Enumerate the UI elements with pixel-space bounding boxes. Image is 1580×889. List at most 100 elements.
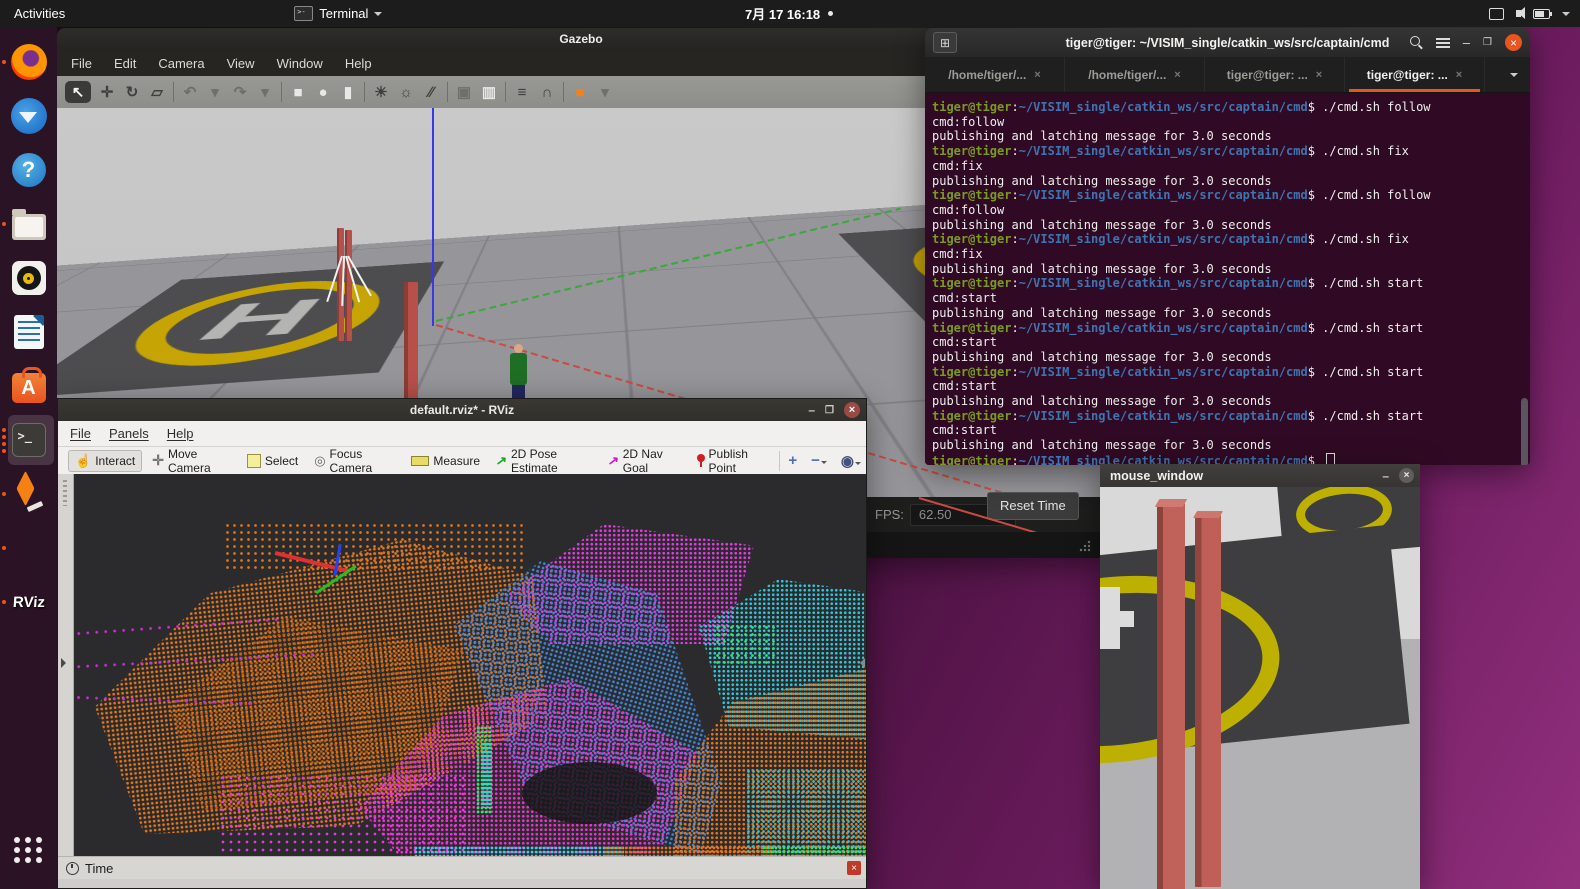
mouse-window-titlebar[interactable]: mouse_window – ×: [1100, 464, 1420, 487]
new-tab-button[interactable]: ⊞: [933, 32, 957, 53]
displays-panel-splitter[interactable]: [58, 474, 74, 856]
reset-time-button[interactable]: Reset Time: [987, 492, 1079, 520]
tool-measure[interactable]: Measure: [405, 452, 486, 470]
rviz-titlebar[interactable]: default.rviz* - RViz – ❐ ×: [58, 399, 866, 421]
undo-arrow-icon[interactable]: ▾: [206, 81, 224, 103]
close-button[interactable]: ×: [1399, 468, 1414, 483]
snap-tool-icon[interactable]: ∩: [538, 81, 556, 103]
resize-grip[interactable]: [1079, 540, 1091, 552]
tab-list-dropdown[interactable]: [1510, 73, 1518, 81]
search-icon[interactable]: [1410, 36, 1423, 49]
undo-button-icon[interactable]: ↶: [181, 81, 199, 103]
dock-item-rviz[interactable]: RViz: [0, 575, 57, 629]
tool-2d-nav-goal[interactable]: ↗2D Nav Goal: [602, 445, 686, 477]
rotate-tool-icon[interactable]: ↻: [123, 81, 141, 103]
terminal-titlebar[interactable]: ⊞ tiger@tiger: ~/VISIM_single/catkin_ws/…: [925, 28, 1530, 57]
cylinder-tool-icon[interactable]: ▮: [339, 81, 357, 103]
gazebo-menu-view[interactable]: View: [227, 56, 255, 71]
expand-panel-arrow[interactable]: [61, 658, 71, 668]
box-tool-icon[interactable]: ■: [289, 81, 307, 103]
point-light-tool-icon[interactable]: ☀: [372, 81, 390, 103]
minimize-button[interactable]: –: [1463, 35, 1470, 50]
help-icon: ?: [12, 153, 46, 187]
dock-item-rhythmbox[interactable]: [0, 251, 57, 305]
gazebo-menu-camera[interactable]: Camera: [158, 56, 204, 71]
toolbar-separator: [364, 82, 365, 102]
rviz-menu-panels[interactable]: Panels: [109, 426, 149, 441]
volume-icon: [1516, 10, 1521, 17]
translate-tool-icon[interactable]: ✛: [98, 81, 116, 103]
splitter-handle[interactable]: [63, 480, 67, 506]
terminal-tab[interactable]: tiger@tiger: ...×: [1345, 57, 1485, 92]
scale-tool-icon[interactable]: ▱: [148, 81, 166, 103]
clock-icon: [66, 862, 79, 875]
tool-2d-pose-estimate[interactable]: ↗2D Pose Estimate: [490, 445, 598, 477]
maximize-button[interactable]: ❐: [1483, 37, 1492, 48]
rviz-menu-help[interactable]: Help: [167, 426, 194, 441]
hidden-app-icon: [10, 529, 48, 567]
time-panel-close-button[interactable]: ×: [847, 861, 861, 875]
tab-close-icon[interactable]: ×: [1174, 69, 1180, 81]
add-tool-button[interactable]: +: [783, 452, 802, 469]
activities-button[interactable]: Activities: [0, 0, 79, 27]
tool-properties-button[interactable]: ◉: [836, 452, 866, 470]
tool-label: Focus Camera: [330, 447, 396, 475]
maximize-button[interactable]: ❐: [825, 405, 834, 416]
app-menu[interactable]: >- Terminal: [294, 6, 382, 21]
dock-item-help[interactable]: ?: [0, 143, 57, 197]
select-tool-icon[interactable]: ↖: [65, 81, 91, 103]
tool-focus-camera[interactable]: ◎Focus Camera: [308, 445, 401, 477]
hamburger-menu-icon[interactable]: [1436, 38, 1450, 48]
tab-close-icon[interactable]: ×: [1316, 69, 1322, 81]
sphere-tool-icon[interactable]: ●: [314, 81, 332, 103]
scrollbar-thumb[interactable]: [1521, 398, 1528, 465]
tool-publish-point[interactable]: Publish Point: [690, 445, 775, 477]
dock-item-thunderbird[interactable]: [0, 89, 57, 143]
dock-item-hidden-app[interactable]: [0, 521, 57, 575]
tab-close-icon[interactable]: ×: [1456, 69, 1462, 81]
tab-close-icon[interactable]: ×: [1034, 69, 1040, 81]
dock-item-writer[interactable]: [0, 305, 57, 359]
collapse-right-arrow[interactable]: [855, 658, 865, 668]
remove-tool-button[interactable]: −: [806, 452, 832, 469]
dock-item-app-grid[interactable]: [0, 823, 57, 877]
tool-select[interactable]: Select: [241, 452, 304, 470]
rviz-menu-file[interactable]: File: [70, 426, 91, 441]
input-method-icon: [1489, 8, 1504, 20]
insert-model-tool-icon[interactable]: ■: [571, 81, 589, 103]
mouse-window-3d-view[interactable]: [1100, 487, 1420, 889]
paste-button-icon[interactable]: ▥: [480, 81, 498, 103]
toolbar-separator: [173, 82, 174, 102]
redo-arrow-icon[interactable]: ▾: [256, 81, 274, 103]
align-tool-icon[interactable]: ≡: [513, 81, 531, 103]
terminal-tab[interactable]: tiger@tiger: ...×: [1205, 57, 1345, 92]
dock-item-software[interactable]: A: [0, 359, 57, 413]
system-tray[interactable]: [1489, 0, 1570, 27]
dock-item-files[interactable]: [0, 197, 57, 251]
directional-light-tool-icon[interactable]: ∕∕: [422, 81, 440, 103]
gazebo-menu-help[interactable]: Help: [345, 56, 372, 71]
terminal-tab[interactable]: /home/tiger/...×: [1065, 57, 1205, 92]
insert-arrow-icon[interactable]: ▾: [596, 81, 614, 103]
redo-button-icon[interactable]: ↷: [231, 81, 249, 103]
terminal-output[interactable]: tiger@tiger:~/VISIM_single/catkin_ws/src…: [925, 93, 1530, 465]
close-button[interactable]: ×: [1505, 34, 1522, 51]
app-grid-icon: [14, 837, 43, 863]
minimize-button[interactable]: –: [1382, 469, 1389, 483]
copy-button-icon[interactable]: ▣: [455, 81, 473, 103]
dock-item-gazebo[interactable]: [0, 467, 57, 521]
rviz-3d-view[interactable]: [74, 474, 866, 856]
tool-interact[interactable]: ☝Interact: [68, 450, 142, 472]
tool-move-camera[interactable]: ✛Move Camera: [146, 445, 237, 477]
dock-item-terminal[interactable]: >_: [0, 413, 57, 467]
terminal-tab[interactable]: /home/tiger/...×: [925, 57, 1065, 92]
gazebo-menu-edit[interactable]: Edit: [114, 56, 136, 71]
gazebo-menu-window[interactable]: Window: [277, 56, 323, 71]
prompt-line: tiger@tiger:~/VISIM_single/catkin_ws/src…: [932, 188, 1530, 203]
minimize-button[interactable]: –: [808, 403, 815, 417]
dock-item-firefox[interactable]: [0, 35, 57, 89]
clock[interactable]: 7月 17 16:18: [745, 0, 833, 27]
gazebo-menu-file[interactable]: File: [71, 56, 92, 71]
spot-light-tool-icon[interactable]: ☼: [397, 81, 415, 103]
close-button[interactable]: ×: [844, 402, 860, 418]
